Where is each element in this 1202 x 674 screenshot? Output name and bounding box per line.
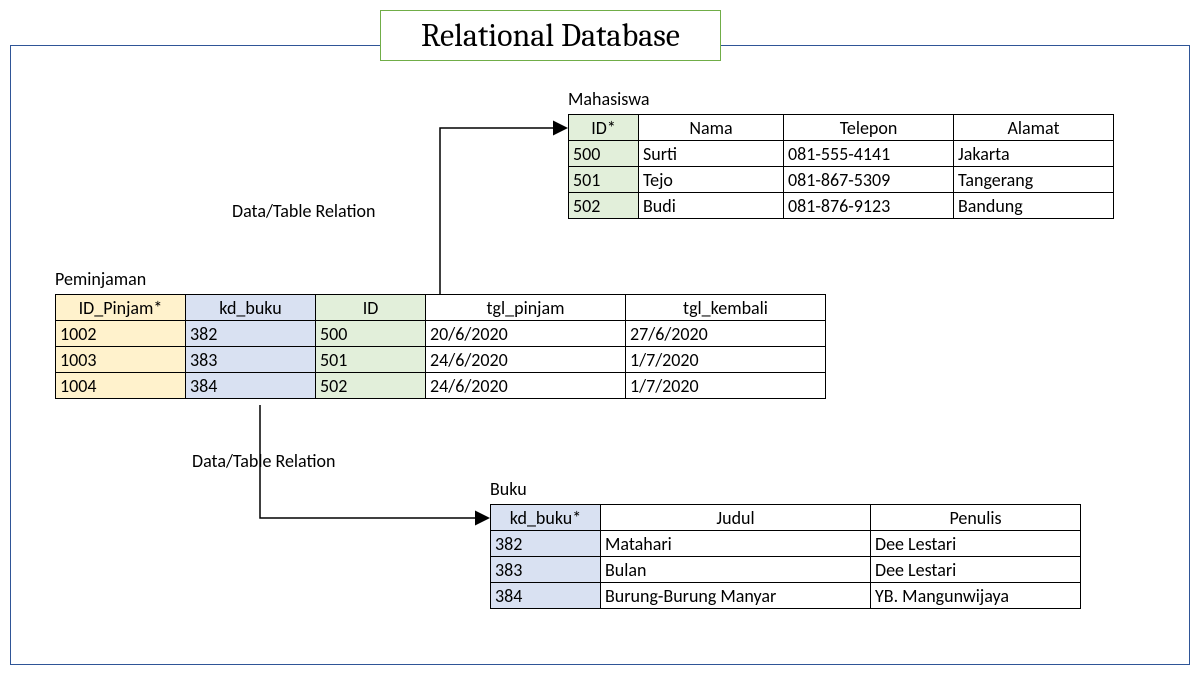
cell: 383 [186,347,316,373]
buku-caption: Buku [490,478,527,500]
cell: YB. Mangunwijaya [871,583,1081,609]
cell: 1/7/2020 [626,347,826,373]
col-header: tgl_pinjam [426,295,626,321]
cell: 081-867-5309 [784,167,954,193]
col-header: ID [316,295,426,321]
cell: Tangerang [954,167,1114,193]
col-header: Nama [639,115,784,141]
cell: 382 [186,321,316,347]
cell: 500 [569,141,639,167]
table-row: 502 Budi 081-876-9123 Bandung [569,193,1114,219]
table-row: 1003 383 501 24/6/2020 1/7/2020 [56,347,826,373]
table-header-row: kd_buku* Judul Penulis [491,505,1081,531]
cell: Matahari [601,531,871,557]
cell: Tejo [639,167,784,193]
cell: 1/7/2020 [626,373,826,399]
col-header: kd_buku [186,295,316,321]
mahasiswa-caption: Mahasiswa [568,88,650,110]
table-row: 1004 384 502 24/6/2020 1/7/2020 [56,373,826,399]
col-header: Alamat [954,115,1114,141]
cell: 384 [186,373,316,399]
col-header: Judul [601,505,871,531]
table-header-row: ID* Nama Telepon Alamat [569,115,1114,141]
col-header: tgl_kembali [626,295,826,321]
relation-label-2: Data/Table Relation [192,450,336,472]
cell: 502 [316,373,426,399]
cell: Bulan [601,557,871,583]
cell: 501 [316,347,426,373]
cell: Dee Lestari [871,557,1081,583]
cell: Dee Lestari [871,531,1081,557]
cell: 383 [491,557,601,583]
peminjaman-caption: Peminjaman [55,268,146,290]
cell: 081-555-4141 [784,141,954,167]
cell: 382 [491,531,601,557]
buku-table: kd_buku* Judul Penulis 382 Matahari Dee … [490,504,1081,609]
cell: Bandung [954,193,1114,219]
cell: 24/6/2020 [426,373,626,399]
cell: 1002 [56,321,186,347]
table-row: 384 Burung-Burung Manyar YB. Mangunwijay… [491,583,1081,609]
cell: Jakarta [954,141,1114,167]
cell: Surti [639,141,784,167]
col-header: ID* [569,115,639,141]
cell: 24/6/2020 [426,347,626,373]
cell: 502 [569,193,639,219]
col-header: ID_Pinjam* [56,295,186,321]
cell: 1003 [56,347,186,373]
peminjaman-table: ID_Pinjam* kd_buku ID tgl_pinjam tgl_kem… [55,294,826,399]
mahasiswa-table: ID* Nama Telepon Alamat 500 Surti 081-55… [568,114,1114,219]
table-row: 500 Surti 081-555-4141 Jakarta [569,141,1114,167]
cell: 384 [491,583,601,609]
cell: 081-876-9123 [784,193,954,219]
cell: 500 [316,321,426,347]
table-row: 382 Matahari Dee Lestari [491,531,1081,557]
table-header-row: ID_Pinjam* kd_buku ID tgl_pinjam tgl_kem… [56,295,826,321]
col-header: kd_buku* [491,505,601,531]
cell: 27/6/2020 [626,321,826,347]
cell: Burung-Burung Manyar [601,583,871,609]
cell: 1004 [56,373,186,399]
table-row: 1002 382 500 20/6/2020 27/6/2020 [56,321,826,347]
table-row: 383 Bulan Dee Lestari [491,557,1081,583]
diagram-title: Relational Database [380,10,721,61]
relation-label-1: Data/Table Relation [232,200,376,222]
cell: 20/6/2020 [426,321,626,347]
table-row: 501 Tejo 081-867-5309 Tangerang [569,167,1114,193]
cell: Budi [639,193,784,219]
cell: 501 [569,167,639,193]
col-header: Telepon [784,115,954,141]
col-header: Penulis [871,505,1081,531]
